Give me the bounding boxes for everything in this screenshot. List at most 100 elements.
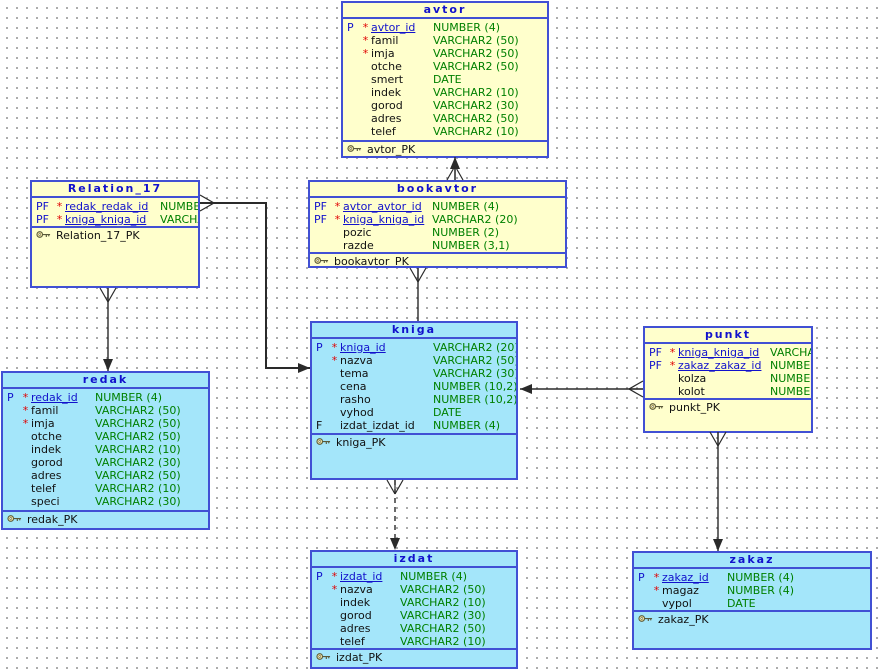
required-marker: * xyxy=(20,404,31,417)
column-flag xyxy=(312,596,329,609)
column-type: NUMBER (4) xyxy=(432,200,499,213)
relation-bookavtor-kniga[interactable] xyxy=(410,268,426,321)
column-row: PF*kniga_kniga_idVARCHAR2 (20) xyxy=(32,213,198,226)
diagram-canvas[interactable]: avtorP*avtor_idNUMBER (4)*familVARCHAR2 … xyxy=(0,0,881,671)
required-marker xyxy=(20,482,31,495)
required-marker: * xyxy=(651,584,662,597)
table-footer-izdat: izdat_PK xyxy=(312,648,516,669)
column-row: cenaNUMBER (10,2) xyxy=(312,380,516,393)
table-title-punkt: punkt xyxy=(645,328,811,344)
column-row: *nazvaVARCHAR2 (50) xyxy=(312,583,516,596)
relation-punkt-zakaz[interactable] xyxy=(710,432,726,551)
column-flag: P xyxy=(343,21,360,34)
table-footer-kniga: kniga_PK xyxy=(312,433,516,480)
column-type: VARCHAR2 (50) xyxy=(433,47,519,60)
column-type: VARCHAR2 (20) xyxy=(432,213,518,226)
table-zakaz[interactable]: zakazP*zakaz_idNUMBER (4)*magazNUMBER (4… xyxy=(632,551,872,650)
column-row: kolzaNUMBER (4) xyxy=(645,372,811,385)
required-marker xyxy=(329,609,340,622)
column-row: otcheVARCHAR2 (50) xyxy=(343,60,547,73)
table-redak[interactable]: redakP*redak_idNUMBER (4)*familVARCHAR2 … xyxy=(1,371,210,530)
column-type: VARCHAR2 (30) xyxy=(95,456,181,469)
column-row: telefVARCHAR2 (10) xyxy=(3,482,208,495)
column-row: *familVARCHAR2 (50) xyxy=(3,404,208,417)
required-marker xyxy=(329,380,340,393)
column-name: tema xyxy=(340,367,433,380)
column-row: P*kniga_idVARCHAR2 (20) xyxy=(312,341,516,354)
relation-bookavtor-avtor[interactable] xyxy=(447,157,463,180)
relation-punkt-kniga[interactable] xyxy=(520,381,643,397)
table-avtor[interactable]: avtorP*avtor_idNUMBER (4)*familVARCHAR2 … xyxy=(341,1,549,158)
column-flag xyxy=(312,406,329,419)
table-izdat[interactable]: izdatP*izdat_idNUMBER (4)*nazvaVARCHAR2 … xyxy=(310,550,518,669)
column-row: kolotNUMBER (4) xyxy=(645,385,811,398)
column-name: indek xyxy=(31,443,95,456)
column-type: VARCHAR2 (50) xyxy=(400,622,486,635)
column-name: adres xyxy=(371,112,433,125)
column-type: VARCHAR2 (20) xyxy=(160,213,198,226)
key-icon xyxy=(7,514,22,523)
column-flag xyxy=(312,622,329,635)
one-end-arrow xyxy=(713,539,723,551)
column-flag xyxy=(3,482,20,495)
relation-relation17-kniga[interactable] xyxy=(200,195,310,373)
required-marker: * xyxy=(20,417,31,430)
column-row: adresVARCHAR2 (50) xyxy=(3,469,208,482)
column-type: VARCHAR2 (10) xyxy=(400,596,486,609)
column-name: gorod xyxy=(31,456,95,469)
column-name: magaz xyxy=(662,584,727,597)
table-footer-relation_17: Relation_17_PK xyxy=(32,226,198,288)
required-marker: * xyxy=(651,571,662,584)
required-marker xyxy=(360,125,371,138)
key-icon xyxy=(316,437,331,446)
table-footer-punkt: punkt_PK xyxy=(645,398,811,433)
column-row: PF*kniga_kniga_idVARCHAR2 (20) xyxy=(645,346,811,359)
required-marker xyxy=(329,596,340,609)
relation-kniga-izdat[interactable] xyxy=(387,480,403,550)
column-type: VARCHAR2 (30) xyxy=(433,367,516,380)
one-end-arrow xyxy=(520,384,532,394)
one-end-arrow xyxy=(103,359,113,371)
column-type: VARCHAR2 (50) xyxy=(433,112,519,125)
column-row: telefVARCHAR2 (10) xyxy=(343,125,547,138)
table-punkt[interactable]: punktPF*kniga_kniga_idVARCHAR2 (20)PF*za… xyxy=(643,326,813,433)
column-flag xyxy=(3,417,20,430)
column-name: indek xyxy=(371,86,433,99)
table-columns-avtor: P*avtor_idNUMBER (4)*familVARCHAR2 (50)*… xyxy=(343,19,547,138)
column-flag: F xyxy=(312,419,329,432)
table-relation_17[interactable]: Relation_17PF*redak_redak_idNUMBER (4)PF… xyxy=(30,180,200,288)
required-marker: * xyxy=(54,200,65,213)
column-name: avtor_avtor_id xyxy=(343,200,432,213)
column-name: kniga_kniga_id xyxy=(343,213,432,226)
column-row: PF*kniga_kniga_idVARCHAR2 (20) xyxy=(310,213,565,226)
column-flag xyxy=(310,239,332,252)
column-name: nazva xyxy=(340,583,400,596)
column-flag xyxy=(343,112,360,125)
column-row: *imjaVARCHAR2 (50) xyxy=(3,417,208,430)
required-marker xyxy=(20,456,31,469)
column-flag xyxy=(343,60,360,73)
column-name: redak_id xyxy=(31,391,95,404)
table-columns-kniga: P*kniga_idVARCHAR2 (20)*nazvaVARCHAR2 (5… xyxy=(312,339,516,432)
required-marker: * xyxy=(329,570,340,583)
column-flag xyxy=(343,99,360,112)
column-type: NUMBER (4) xyxy=(727,571,794,584)
one-end-arrow xyxy=(450,157,460,169)
relation-relation17-redak[interactable] xyxy=(100,288,116,371)
table-title-izdat: izdat xyxy=(312,552,516,568)
required-marker xyxy=(329,393,340,406)
column-name: adres xyxy=(340,622,400,635)
table-kniga[interactable]: knigaP*kniga_idVARCHAR2 (20)*nazvaVARCHA… xyxy=(310,321,518,480)
column-row: PF*avtor_avtor_idNUMBER (4) xyxy=(310,200,565,213)
required-marker xyxy=(667,385,678,398)
column-flag xyxy=(343,125,360,138)
table-bookavtor[interactable]: bookavtorPF*avtor_avtor_idNUMBER (4)PF*k… xyxy=(308,180,567,268)
column-row: rashoNUMBER (10,2) xyxy=(312,393,516,406)
footer-key-label: avtor_PK xyxy=(367,144,415,156)
table-columns-zakaz: P*zakaz_idNUMBER (4)*magazNUMBER (4)vypo… xyxy=(634,569,870,610)
column-type: VARCHAR2 (50) xyxy=(433,354,516,367)
column-flag xyxy=(3,495,20,508)
column-name: imja xyxy=(371,47,433,60)
table-columns-izdat: P*izdat_idNUMBER (4)*nazvaVARCHAR2 (50)i… xyxy=(312,568,516,648)
column-row: P*zakaz_idNUMBER (4) xyxy=(634,571,870,584)
